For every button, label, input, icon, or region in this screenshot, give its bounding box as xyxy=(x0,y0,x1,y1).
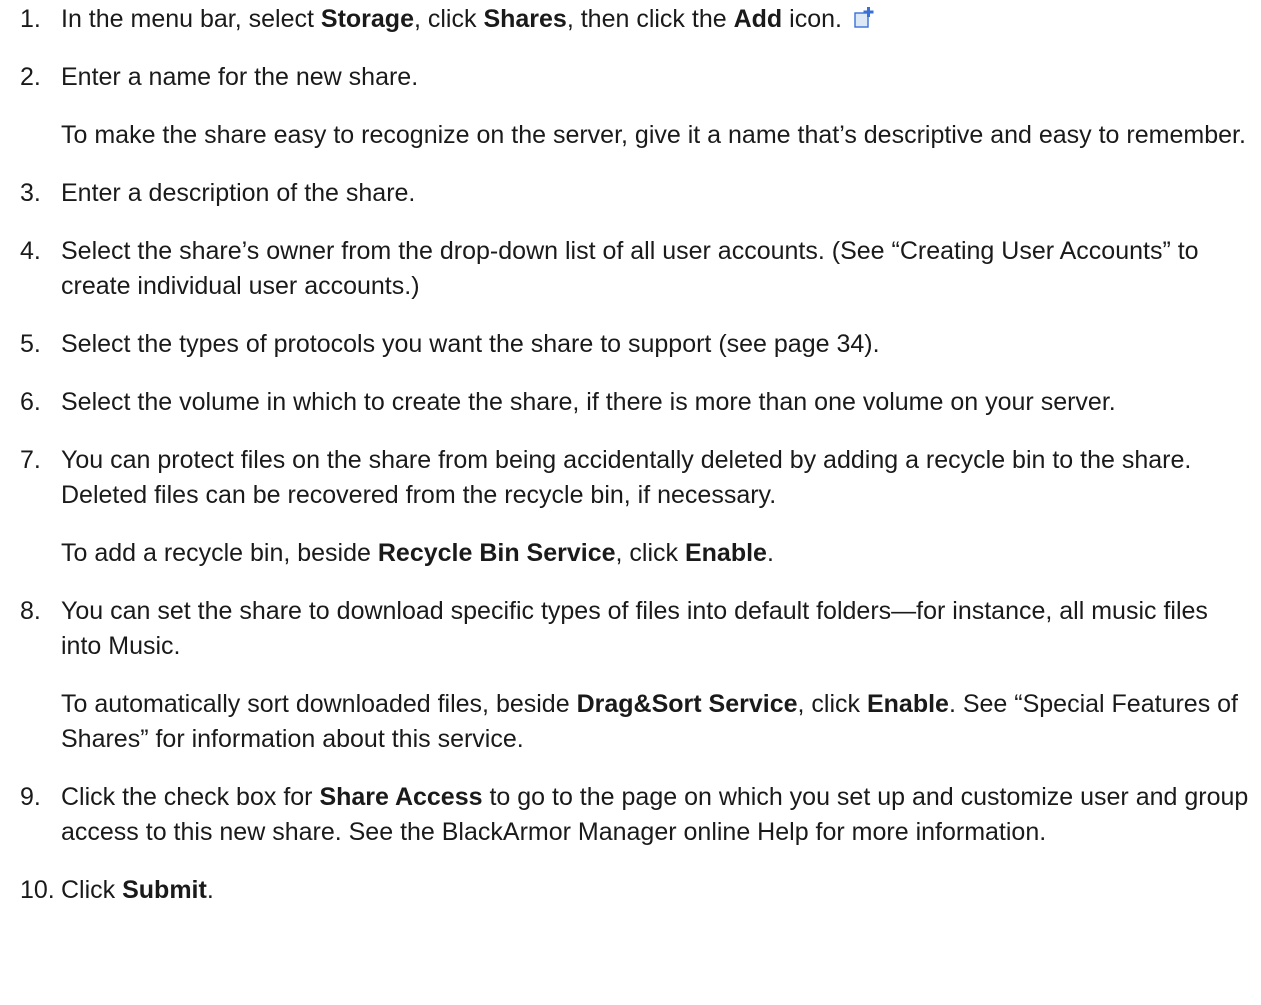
step-text: Select the volume in which to create the… xyxy=(61,385,1255,420)
step-text: You can set the share to download specif… xyxy=(61,594,1255,664)
step-number: 1. xyxy=(20,5,41,33)
step-number: 3. xyxy=(20,179,41,207)
text-run: Click the check box for xyxy=(61,783,320,811)
text-run: Select the volume in which to create the… xyxy=(61,388,1116,416)
step-number: 6. xyxy=(20,388,41,416)
step-number: 4. xyxy=(20,237,41,265)
text-run: Click xyxy=(61,876,123,904)
step-text: In the menu bar, select Storage, click S… xyxy=(61,2,1255,37)
step-number: 5. xyxy=(20,330,41,358)
step-number: 10. xyxy=(20,876,55,904)
text-run: In the menu bar, select xyxy=(61,5,321,33)
bold-term: Share Access xyxy=(319,783,483,811)
step-item: 9. Click the check box for Share Access t… xyxy=(0,780,1261,850)
bold-term: Storage xyxy=(320,5,414,33)
step-item: 3. Enter a description of the share. xyxy=(0,176,1261,211)
text-run: Enter a name for the new share. xyxy=(61,63,419,91)
step-number: 2. xyxy=(20,63,41,91)
step-item: 1. In the menu bar, select Storage, click… xyxy=(0,2,1261,37)
bold-term: Shares xyxy=(483,5,567,33)
bold-term: Add xyxy=(733,5,783,33)
step-text: Enter a description of the share. xyxy=(61,176,1255,211)
step-text: Click Submit. xyxy=(61,873,1255,908)
instruction-list: 1. In the menu bar, select Storage, click… xyxy=(0,0,1261,908)
step-number: 9. xyxy=(20,783,41,811)
text-run: To add a recycle bin, beside xyxy=(61,539,378,567)
step-item: 5. Select the types of protocols you want… xyxy=(0,327,1261,362)
text-run: Select the types of protocols you want t… xyxy=(61,330,880,358)
text-run: . xyxy=(766,539,774,567)
step-item: 2. Enter a name for the new share. xyxy=(0,60,1261,95)
text-run: , click xyxy=(797,690,867,718)
step-note: To make the share easy to recognize on t… xyxy=(0,118,1261,153)
bold-term: Enable xyxy=(866,690,949,718)
step-text: Select the types of protocols you want t… xyxy=(61,327,1255,362)
text-run: You can protect files on the share from … xyxy=(61,446,1192,509)
bold-term: Enable xyxy=(684,539,767,567)
text-run: You can set the share to download specif… xyxy=(61,597,1208,660)
text-run: . xyxy=(206,876,214,904)
step-item: 10. Click Submit. xyxy=(0,873,1261,908)
text-run: To automatically sort downloaded files, … xyxy=(61,690,577,718)
text-run: Enter a description of the share. xyxy=(61,179,416,207)
step-note: To automatically sort downloaded files, … xyxy=(0,687,1261,757)
bold-term: Submit xyxy=(122,876,207,904)
step-item: 4. Select the share’s owner from the drop… xyxy=(0,234,1261,304)
step-item: 8. You can set the share to download spec… xyxy=(0,594,1261,664)
step-item: 6. Select the volume in which to create t… xyxy=(0,385,1261,420)
step-item: 7. You can protect files on the share fro… xyxy=(0,443,1261,513)
text-run: , click xyxy=(615,539,685,567)
bold-term: Drag&Sort Service xyxy=(576,690,798,718)
text-run: Select the share’s owner from the drop-d… xyxy=(61,237,1199,300)
text-run: To make the share easy to recognize on t… xyxy=(61,121,1246,149)
step-text: Click the check box for Share Access to … xyxy=(61,780,1255,850)
step-text: Enter a name for the new share. xyxy=(61,60,1255,95)
step-number: 7. xyxy=(20,446,41,474)
step-text: Select the share’s owner from the drop-d… xyxy=(61,234,1255,304)
step-number: 8. xyxy=(20,597,41,625)
text-run: , then click the xyxy=(566,5,734,33)
bold-term: Recycle Bin Service xyxy=(377,539,616,567)
add-share-icon xyxy=(854,7,874,28)
step-text: You can protect files on the share from … xyxy=(61,443,1255,513)
text-run: icon. xyxy=(782,5,849,33)
text-run: , click xyxy=(413,5,484,33)
step-note: To add a recycle bin, beside Recycle Bin… xyxy=(0,536,1261,571)
